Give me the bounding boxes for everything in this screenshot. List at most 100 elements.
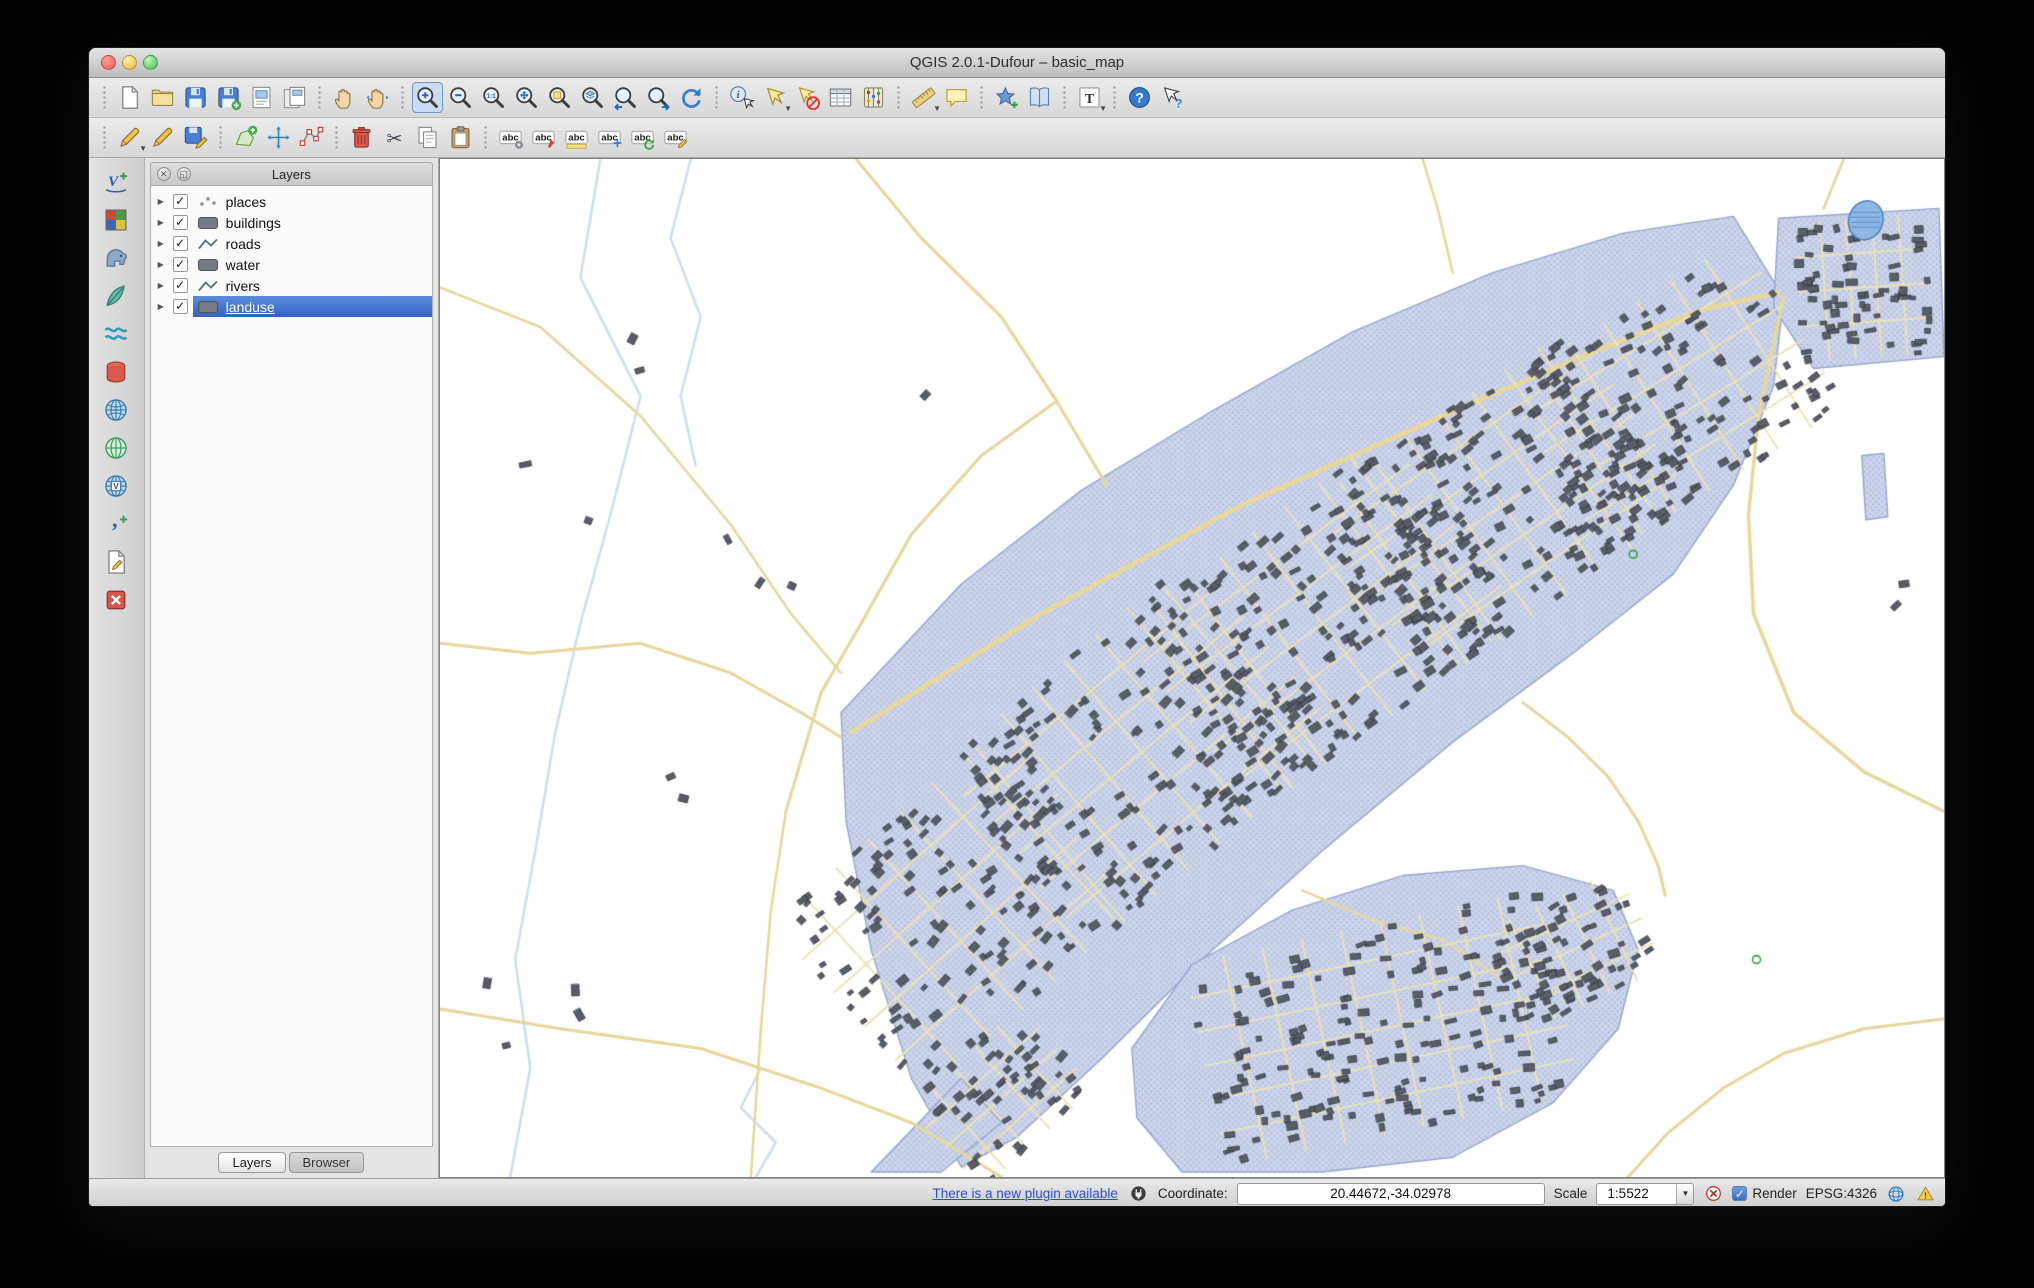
open-project-button[interactable]: [147, 82, 178, 113]
plugin-icon[interactable]: [1129, 1184, 1149, 1204]
new-shapefile-layer-button[interactable]: [100, 546, 132, 578]
save-layer-edits-button[interactable]: [180, 122, 211, 153]
expand-arrow-icon[interactable]: ▶: [158, 197, 171, 206]
composer-manager-button[interactable]: [279, 82, 310, 113]
save-project-button[interactable]: [180, 82, 211, 113]
zoom-to-layer-button[interactable]: [577, 82, 608, 113]
new-bookmark-button[interactable]: [991, 82, 1022, 113]
messages-button[interactable]: !: [1915, 1184, 1935, 1204]
layer-label-area[interactable]: places: [193, 191, 432, 212]
measure-line-button[interactable]: ▼: [908, 82, 939, 113]
zoom-full-button[interactable]: [511, 82, 542, 113]
layer-label-area[interactable]: landuse: [193, 296, 432, 317]
tab-browser[interactable]: Browser: [289, 1152, 365, 1173]
layer-label-area[interactable]: rivers: [193, 275, 432, 296]
add-wcs-layer-button[interactable]: [100, 432, 132, 464]
zoom-native-button[interactable]: 1:1: [478, 82, 509, 113]
layer-row-water[interactable]: ▶✓ water: [151, 254, 432, 275]
add-raster-layer-button[interactable]: [100, 204, 132, 236]
show-bookmarks-button[interactable]: [1024, 82, 1055, 113]
label-pin-button[interactable]: abc: [528, 122, 559, 153]
zoom-next-button[interactable]: [643, 82, 674, 113]
expand-arrow-icon[interactable]: ▶: [158, 260, 171, 269]
layer-visibility-checkbox[interactable]: ✓: [173, 236, 188, 251]
save-project-as-button[interactable]: [213, 82, 244, 113]
delete-selected-button[interactable]: [346, 122, 377, 153]
cut-features-button[interactable]: ✂: [379, 122, 410, 153]
layer-visibility-checkbox[interactable]: ✓: [173, 215, 188, 230]
remove-layer-button[interactable]: [100, 584, 132, 616]
layer-visibility-checkbox[interactable]: ✓: [173, 299, 188, 314]
identify-features-button[interactable]: i: [726, 82, 757, 113]
zoom-window-button[interactable]: [143, 55, 158, 70]
expand-arrow-icon[interactable]: ▶: [158, 218, 171, 227]
field-calculator-button[interactable]: [858, 82, 889, 113]
add-delimited-text-layer-button[interactable]: ,: [100, 508, 132, 540]
add-vector-layer-button[interactable]: V: [100, 166, 132, 198]
add-postgis-layer-button[interactable]: [100, 242, 132, 274]
pan-map-button[interactable]: [329, 82, 360, 113]
layer-visibility-checkbox[interactable]: ✓: [173, 278, 188, 293]
text-annotation-dropdown-arrow[interactable]: ▼: [1099, 104, 1107, 113]
tab-layers[interactable]: Layers: [218, 1152, 285, 1173]
new-plugin-link[interactable]: There is a new plugin available: [932, 1186, 1117, 1201]
map-canvas[interactable]: [440, 159, 1944, 1177]
titlebar[interactable]: QGIS 2.0.1-Dufour – basic_map: [89, 48, 1945, 78]
layer-row-landuse[interactable]: ▶✓ landuse: [151, 296, 432, 317]
current-edits-dropdown-arrow[interactable]: ▼: [139, 144, 147, 153]
zoom-in-button[interactable]: [412, 82, 443, 113]
render-checkbox-group[interactable]: ✓ Render: [1732, 1186, 1796, 1201]
refresh-map-button[interactable]: [676, 82, 707, 113]
add-feature-button[interactable]: [230, 122, 261, 153]
new-project-button[interactable]: [114, 82, 145, 113]
toggle-editing-button[interactable]: [147, 122, 178, 153]
map-tips-button[interactable]: [941, 82, 972, 113]
expand-arrow-icon[interactable]: ▶: [158, 239, 171, 248]
add-mssql-layer-button[interactable]: [100, 318, 132, 350]
label-highlight-button[interactable]: abc: [561, 122, 592, 153]
add-spatialite-layer-button[interactable]: [100, 280, 132, 312]
deselect-features-button[interactable]: [792, 82, 823, 113]
layers-panel-header[interactable]: ✕ ◱ Layers: [150, 162, 433, 186]
select-features-button[interactable]: ▼: [759, 82, 790, 113]
coordinate-input[interactable]: [1237, 1183, 1545, 1205]
pan-to-selection-button[interactable]: [362, 82, 393, 113]
open-attribute-table-button[interactable]: [825, 82, 856, 113]
new-print-composer-button[interactable]: [246, 82, 277, 113]
layer-row-places[interactable]: ▶✓ places: [151, 191, 432, 212]
label-properties-button[interactable]: abc: [660, 122, 691, 153]
scale-dropdown-arrow[interactable]: ▼: [1676, 1184, 1693, 1204]
measure-line-dropdown-arrow[interactable]: ▼: [933, 104, 941, 113]
layer-row-rivers[interactable]: ▶✓ rivers: [151, 275, 432, 296]
zoom-last-button[interactable]: [610, 82, 641, 113]
node-tool-button[interactable]: [296, 122, 327, 153]
layer-label-area[interactable]: water: [193, 254, 432, 275]
add-oracle-layer-button[interactable]: [100, 356, 132, 388]
add-wfs-layer-button[interactable]: V: [100, 470, 132, 502]
copy-features-button[interactable]: [412, 122, 443, 153]
text-annotation-button[interactable]: T▼: [1074, 82, 1105, 113]
render-checkbox[interactable]: ✓: [1732, 1186, 1747, 1201]
whats-this-button[interactable]: ?: [1157, 82, 1188, 113]
layer-label-area[interactable]: roads: [193, 233, 432, 254]
help-contents-button[interactable]: ?: [1124, 82, 1155, 113]
zoom-out-button[interactable]: [445, 82, 476, 113]
layer-visibility-checkbox[interactable]: ✓: [173, 257, 188, 272]
layer-row-buildings[interactable]: ▶✓ buildings: [151, 212, 432, 233]
zoom-to-selection-button[interactable]: [544, 82, 575, 113]
label-move-button[interactable]: abc: [594, 122, 625, 153]
layer-labeling-options-button[interactable]: abc: [495, 122, 526, 153]
expand-arrow-icon[interactable]: ▶: [158, 281, 171, 290]
add-wms-layer-button[interactable]: [100, 394, 132, 426]
expand-arrow-icon[interactable]: ▶: [158, 302, 171, 311]
move-feature-button[interactable]: [263, 122, 294, 153]
label-rotate-button[interactable]: abc: [627, 122, 658, 153]
stop-render-icon[interactable]: [1703, 1184, 1723, 1204]
select-features-dropdown-arrow[interactable]: ▼: [784, 104, 792, 113]
close-window-button[interactable]: [101, 55, 116, 70]
crs-status-button[interactable]: [1886, 1184, 1906, 1204]
current-edits-button[interactable]: ▼: [114, 122, 145, 153]
scale-combobox[interactable]: 1:5522 ▼: [1596, 1183, 1694, 1205]
layer-visibility-checkbox[interactable]: ✓: [173, 194, 188, 209]
layer-label-area[interactable]: buildings: [193, 212, 432, 233]
